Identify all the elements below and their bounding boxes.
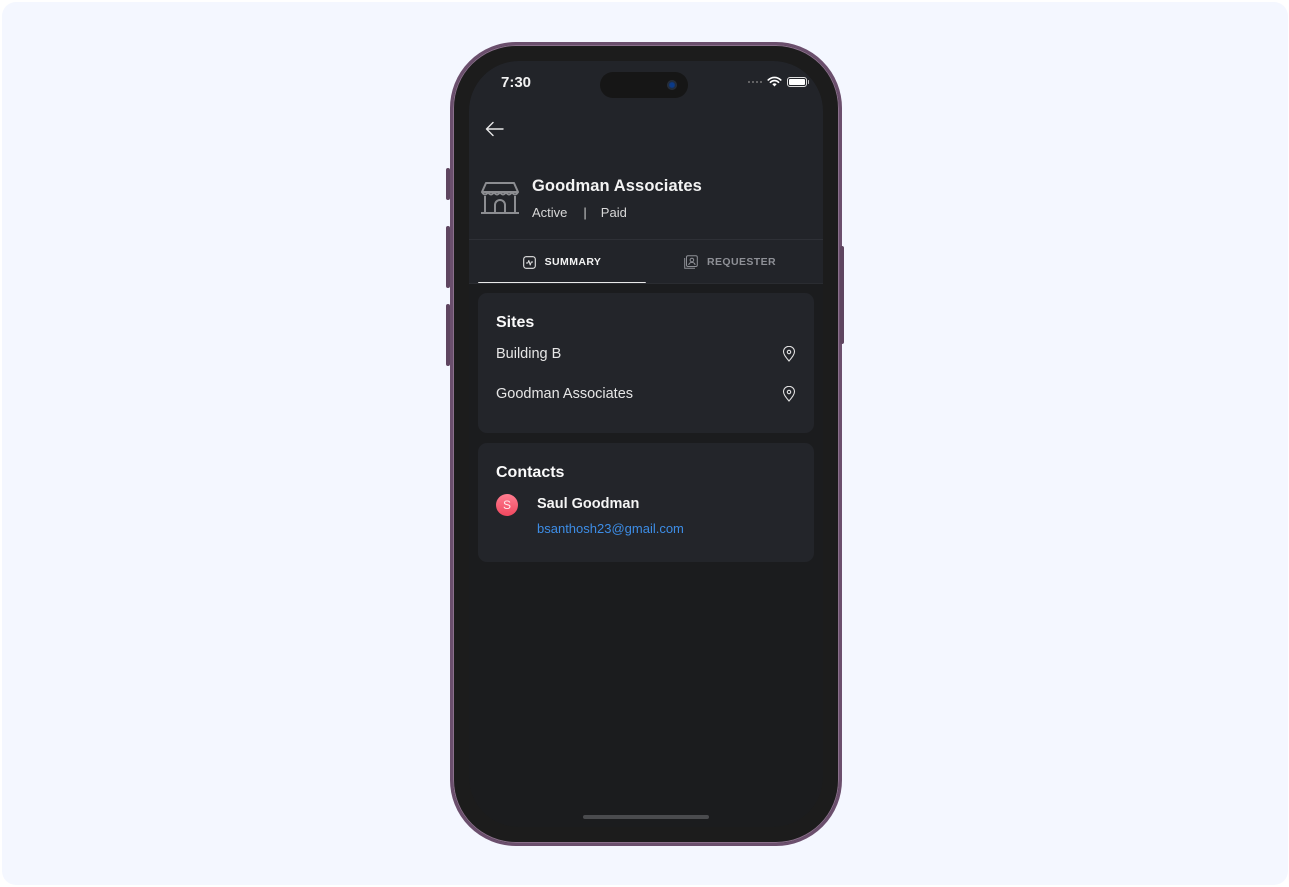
map-pin-icon[interactable] (782, 386, 796, 402)
company-name: Goodman Associates (532, 177, 702, 195)
storefront-icon (481, 182, 519, 214)
arrow-left-icon (485, 121, 504, 137)
action-button (446, 168, 450, 200)
home-indicator[interactable] (583, 815, 709, 819)
sites-card: Sites Building B Goodman Associates (478, 293, 814, 433)
tab-bar: SUMMARY REQUESTER (478, 241, 814, 284)
tab-bar-border (469, 283, 823, 284)
power-button (840, 246, 844, 344)
dynamic-island (600, 72, 688, 98)
payment-status: Paid (600, 205, 627, 220)
avatar: S (496, 494, 518, 516)
contact-name: Saul Goodman (537, 496, 640, 512)
volume-up-button (446, 226, 450, 288)
contacts-title: Contacts (496, 464, 565, 481)
back-button[interactable] (483, 117, 507, 141)
contact-card-icon (684, 255, 698, 269)
site-item[interactable]: Building B (496, 346, 796, 362)
activity-chart-icon (522, 255, 536, 269)
wifi-icon (767, 76, 782, 87)
site-label: Goodman Associates (496, 386, 634, 402)
sites-title: Sites (496, 314, 535, 331)
battery-icon (787, 76, 809, 87)
tab-requester[interactable]: REQUESTER (646, 241, 814, 283)
tab-summary[interactable]: SUMMARY (478, 241, 646, 284)
status-badge: Active (532, 205, 568, 220)
contacts-card: Contacts S Saul Goodman bsanthosh23@gmai… (478, 443, 814, 562)
contact-email-link[interactable]: bsanthosh23@gmail.com (537, 521, 684, 536)
status-icons (748, 76, 809, 87)
camera-icon (667, 80, 677, 90)
tab-requester-label: REQUESTER (707, 256, 776, 268)
map-pin-icon[interactable] (782, 346, 796, 362)
tab-summary-label: SUMMARY (544, 256, 602, 268)
header-divider (469, 239, 823, 240)
signal-dots-icon (748, 80, 762, 83)
status-time: 7:30 (501, 74, 532, 91)
volume-down-button (446, 304, 450, 366)
site-label: Building B (496, 346, 562, 362)
site-item[interactable]: Goodman Associates (496, 386, 796, 402)
header-area: 7:30 Goodman Associates Active | Paid SU… (469, 61, 823, 284)
meta-separator: | (583, 205, 587, 220)
phone-screen: 7:30 Goodman Associates Active | Paid SU… (469, 61, 823, 827)
company-meta: Active | Paid (532, 205, 627, 220)
